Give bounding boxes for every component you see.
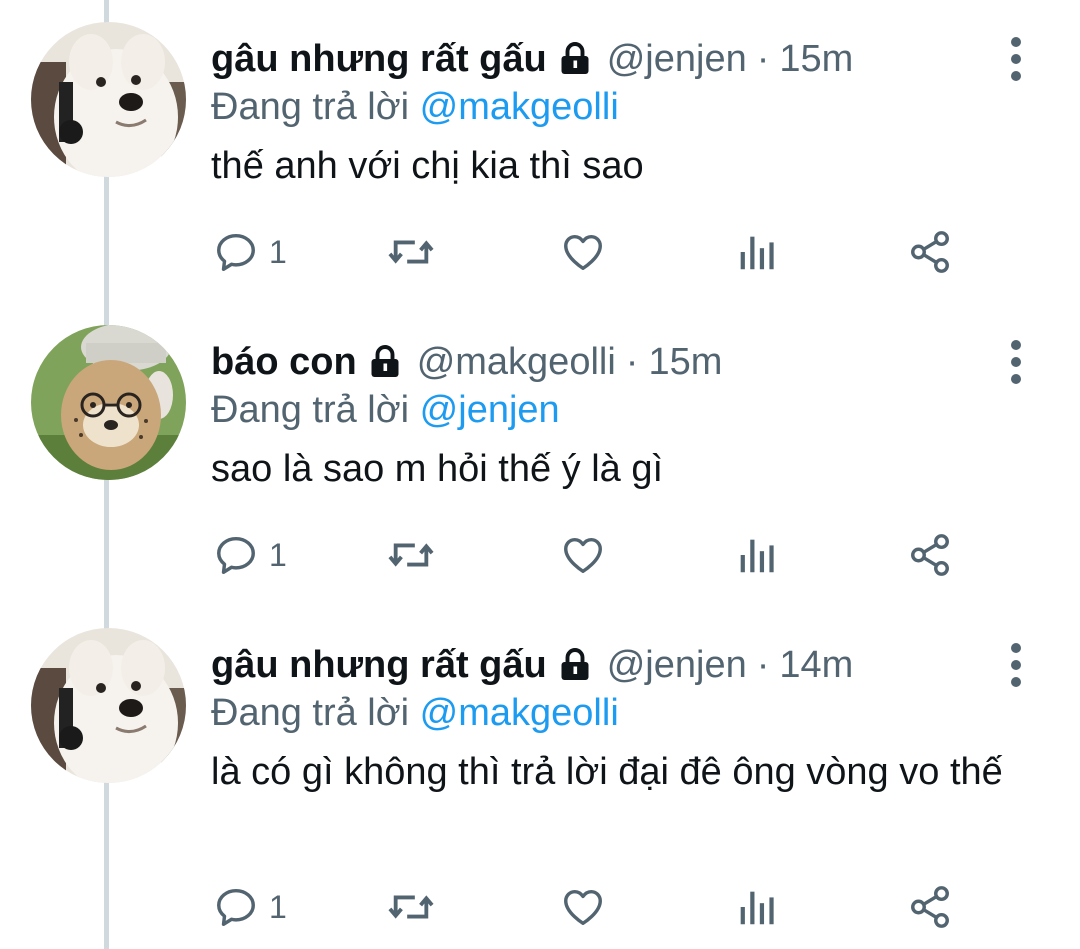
- lock-icon: [561, 42, 589, 74]
- share-button[interactable]: [907, 227, 953, 277]
- reply-icon: [217, 536, 255, 574]
- tweet[interactable]: gâu nhưng rất gấu @jenjen · 14m Đang trả…: [0, 628, 1080, 949]
- reply-mention-link[interactable]: @jenjen: [420, 389, 560, 431]
- views-icon: [740, 236, 774, 270]
- more-icon[interactable]: [1002, 339, 1030, 385]
- replying-to: Đang trả lời @makgeolli: [211, 82, 619, 132]
- action-bar: 1: [211, 530, 971, 580]
- reply-mention-link[interactable]: @makgeolli: [420, 86, 619, 128]
- separator-dot: ·: [756, 644, 770, 686]
- display-name[interactable]: gâu nhưng rất gấu: [211, 640, 547, 690]
- timestamp[interactable]: 15m: [648, 337, 722, 387]
- replying-to: Đang trả lời @jenjen: [211, 385, 560, 435]
- more-icon[interactable]: [1002, 642, 1030, 688]
- lock-icon: [561, 648, 589, 680]
- like-button[interactable]: [559, 530, 607, 580]
- like-icon: [564, 889, 602, 926]
- views-button[interactable]: [736, 227, 776, 277]
- white-dog-avatar-icon: [31, 628, 186, 783]
- views-icon: [740, 539, 774, 573]
- views-button[interactable]: [736, 882, 776, 932]
- reply-count: 1: [269, 233, 287, 270]
- reply-prefix: Đang trả lời: [211, 692, 410, 734]
- more-icon[interactable]: [1002, 36, 1030, 82]
- reply-button[interactable]: 1: [213, 227, 287, 277]
- tweet-header: báo con @makgeolli · 15m: [211, 337, 722, 387]
- lock-icon: [371, 345, 399, 377]
- action-bar: 1: [211, 227, 971, 277]
- retweet-icon: [388, 895, 434, 919]
- share-icon: [911, 231, 949, 273]
- display-name[interactable]: báo con: [211, 337, 357, 387]
- avatar[interactable]: [31, 22, 186, 177]
- reply-prefix: Đang trả lời: [211, 389, 410, 431]
- timestamp[interactable]: 15m: [779, 34, 853, 84]
- reply-button[interactable]: 1: [213, 530, 287, 580]
- handle[interactable]: @makgeolli: [417, 337, 616, 387]
- retweet-icon: [388, 240, 434, 264]
- views-icon: [740, 891, 774, 925]
- retweet-icon: [388, 543, 434, 567]
- handle[interactable]: @jenjen: [607, 640, 747, 690]
- replying-to: Đang trả lời @makgeolli: [211, 688, 619, 738]
- tweet-text: sao là sao m hỏi thế ý là gì: [211, 448, 664, 490]
- reply-prefix: Đang trả lời: [211, 86, 410, 128]
- reply-mention-link[interactable]: @makgeolli: [420, 692, 619, 734]
- like-button[interactable]: [559, 227, 607, 277]
- tweet-header: gâu nhưng rất gấu @jenjen · 14m: [211, 640, 853, 690]
- share-icon: [911, 534, 949, 576]
- avatar[interactable]: [31, 325, 186, 480]
- reply-button[interactable]: 1: [213, 882, 287, 932]
- reply-icon: [217, 888, 255, 926]
- views-button[interactable]: [736, 530, 776, 580]
- white-dog-avatar-icon: [31, 22, 186, 177]
- reply-icon: [217, 233, 255, 271]
- timestamp[interactable]: 14m: [779, 640, 853, 690]
- like-button[interactable]: [559, 882, 607, 932]
- reply-count: 1: [269, 536, 287, 573]
- like-icon: [564, 234, 602, 271]
- tweet-header: gâu nhưng rất gấu @jenjen · 15m: [211, 34, 853, 84]
- retweet-button[interactable]: [386, 530, 436, 580]
- handle[interactable]: @jenjen: [607, 34, 747, 84]
- separator-dot: ·: [625, 341, 639, 383]
- like-icon: [564, 537, 602, 574]
- cheetah-cub-avatar-icon: [31, 325, 186, 480]
- retweet-button[interactable]: [386, 227, 436, 277]
- tweet[interactable]: báo con @makgeolli · 15m Đang trả lời @j…: [0, 325, 1080, 615]
- display-name[interactable]: gâu nhưng rất gấu: [211, 34, 547, 84]
- avatar[interactable]: [31, 628, 186, 783]
- retweet-button[interactable]: [386, 882, 436, 932]
- share-button[interactable]: [907, 882, 953, 932]
- separator-dot: ·: [756, 38, 770, 80]
- tweet[interactable]: gâu nhưng rất gấu @jenjen · 15m Đang trả…: [0, 22, 1080, 312]
- reply-count: 1: [269, 888, 287, 925]
- share-button[interactable]: [907, 530, 953, 580]
- action-bar: 1: [211, 882, 971, 932]
- tweet-text: là có gì không thì trả lời đại đê ông vò…: [211, 751, 1003, 793]
- tweet-text: thế anh với chị kia thì sao: [211, 145, 644, 187]
- share-icon: [911, 886, 949, 928]
